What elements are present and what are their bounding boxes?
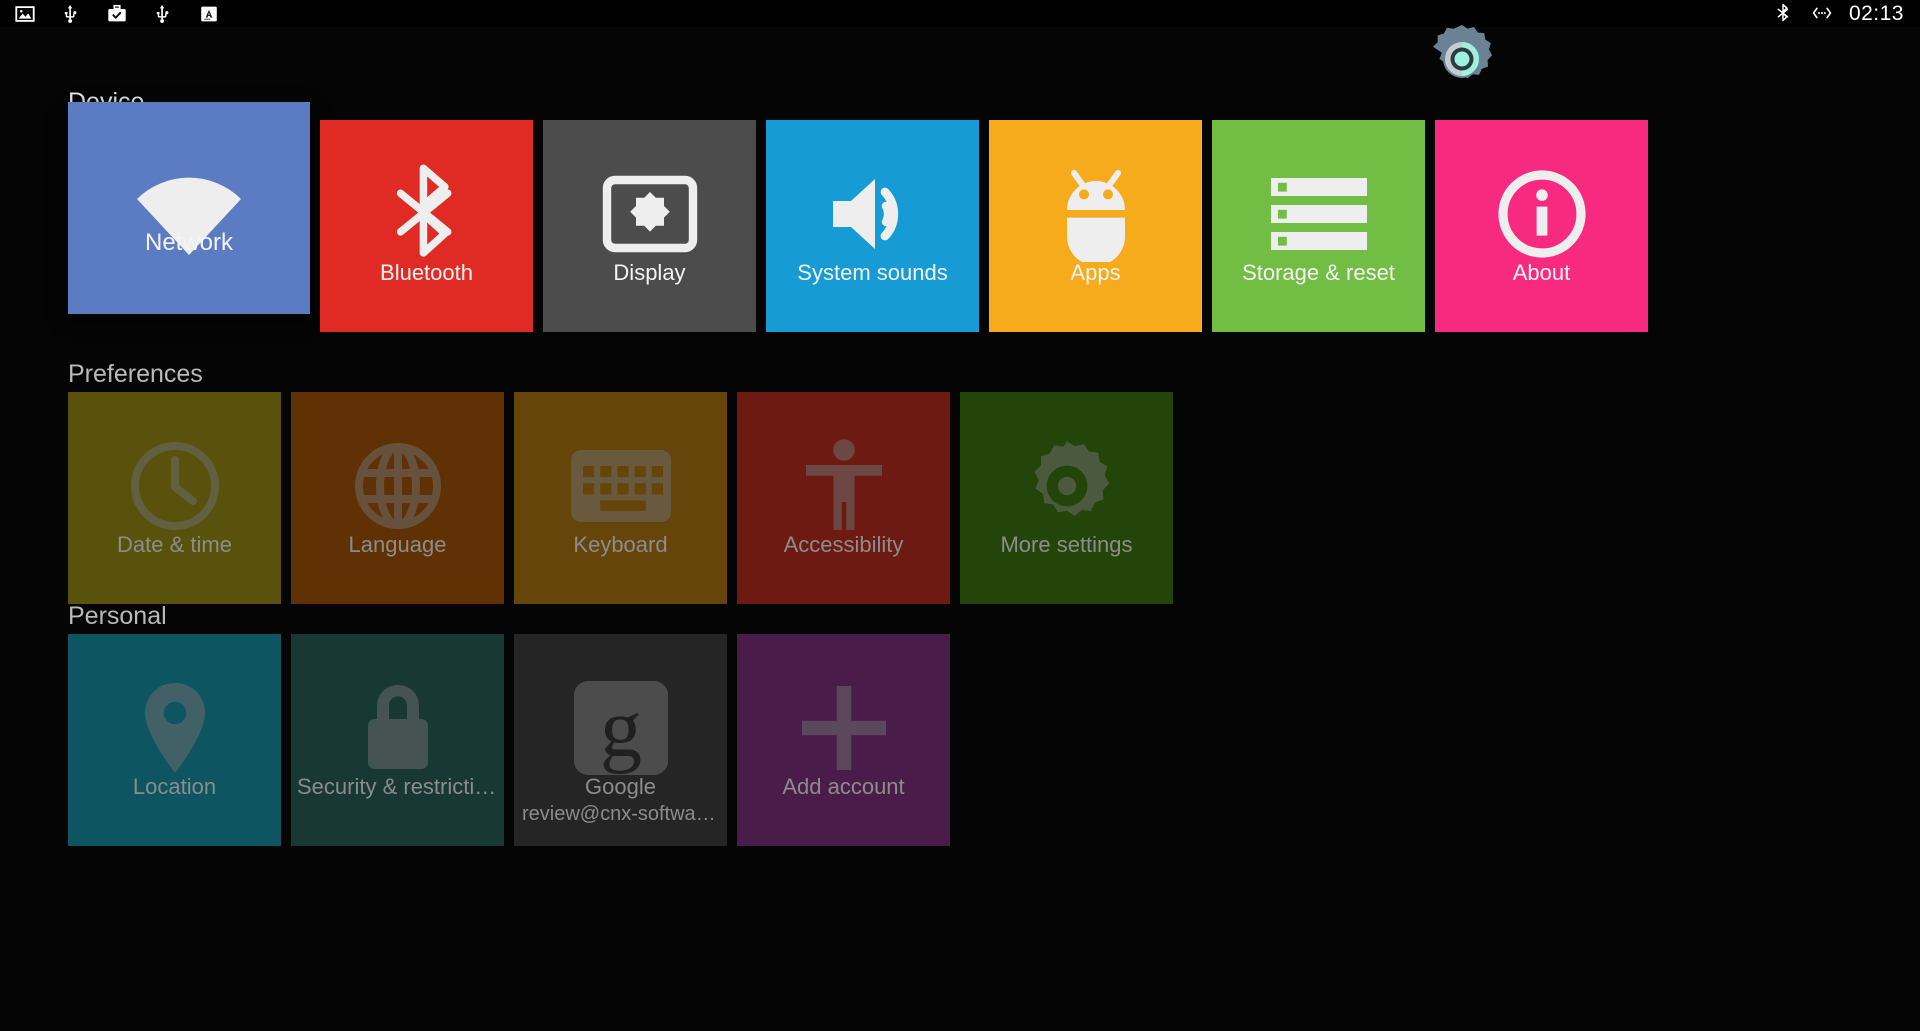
accessibility-icon — [794, 436, 894, 536]
tile-security-restrictions[interactable]: Security & restrictions — [291, 634, 504, 846]
tile-label: Storage & reset — [1242, 260, 1395, 285]
status-bar: 02:13 — [0, 0, 1920, 27]
google-g-icon: g — [571, 678, 671, 778]
globe-icon — [348, 436, 448, 536]
android-icon — [1046, 164, 1146, 264]
tile-bluetooth[interactable]: Bluetooth — [320, 120, 533, 332]
tile-label: System sounds — [797, 260, 948, 285]
tile-keyboard[interactable]: Keyboard — [514, 392, 727, 604]
section-title-personal: Personal — [68, 602, 167, 630]
tile-network[interactable]: Network — [68, 102, 310, 314]
tile-accessibility[interactable]: Accessibility — [737, 392, 950, 604]
tile-label: Apps — [1070, 260, 1121, 285]
section-preferences: Preferences Date & time Language Keyboar… — [0, 360, 1183, 604]
tile-label: Security & restrictions — [297, 774, 504, 799]
plus-icon — [794, 678, 894, 778]
brightness-icon — [600, 164, 700, 264]
tile-storage-reset[interactable]: Storage & reset — [1212, 120, 1425, 332]
settings-gear-logo — [1424, 21, 1500, 97]
tile-label: Keyboard — [573, 532, 668, 557]
tile-label: Date & time — [117, 532, 232, 557]
tile-row-personal: Location Security & restrictions g Googl… — [0, 634, 960, 846]
ethernet-icon — [1811, 3, 1833, 25]
android-tv-settings-screen: 02:13 Device Network — [0, 0, 1920, 1031]
tile-row-preferences: Date & time Language Keyboard Accessibil… — [0, 392, 1183, 604]
tile-row-device: Network Bluetooth Display System sounds — [0, 102, 1658, 332]
bluetooth-icon — [1773, 3, 1795, 25]
status-bar-left-icons — [0, 3, 220, 25]
image-icon — [14, 3, 36, 25]
volume-icon — [823, 164, 923, 264]
tile-sublabel-account-email: review@cnx-software.c… — [522, 803, 727, 825]
location-pin-icon — [125, 678, 225, 778]
tile-google-account[interactable]: g Google review@cnx-software.c… — [514, 634, 727, 846]
section-title-preferences: Preferences — [68, 360, 203, 388]
tile-label: Accessibility — [783, 532, 904, 557]
section-device: Device Network Bluetooth Display — [0, 88, 1658, 332]
tile-date-time[interactable]: Date & time — [68, 392, 281, 604]
wifi-icon — [129, 154, 249, 274]
tile-display[interactable]: Display — [543, 120, 756, 332]
tile-more-settings[interactable]: More settings — [960, 392, 1173, 604]
status-bar-clock: 02:13 — [1848, 2, 1904, 25]
storage-icon — [1269, 164, 1369, 264]
tile-label: Language — [348, 532, 447, 557]
tile-system-sounds[interactable]: System sounds — [766, 120, 979, 332]
tile-label: Network — [144, 230, 234, 256]
input-method-letter-a-icon — [198, 3, 220, 25]
briefcase-check-icon — [106, 3, 128, 25]
bluetooth-icon — [377, 164, 477, 264]
tile-add-account[interactable]: Add account — [737, 634, 950, 846]
tile-label: About — [1512, 260, 1571, 285]
info-icon — [1492, 164, 1592, 264]
tile-apps[interactable]: Apps — [989, 120, 1202, 332]
lock-icon — [348, 678, 448, 778]
tile-label: Display — [613, 260, 686, 285]
tile-label: Add account — [782, 774, 905, 799]
tile-label: Bluetooth — [380, 260, 473, 285]
keyboard-icon — [570, 436, 671, 536]
status-bar-right-icons: 02:13 — [1773, 3, 1920, 25]
tile-location[interactable]: Location — [68, 634, 281, 846]
gear-icon — [1017, 436, 1117, 536]
tile-about[interactable]: About — [1435, 120, 1648, 332]
tile-language[interactable]: Language — [291, 392, 504, 604]
tile-label: Google — [585, 774, 656, 799]
section-personal: Personal Location Security & restriction… — [0, 602, 960, 846]
tile-label: Location — [132, 774, 217, 799]
clock-icon — [125, 436, 225, 536]
usb-icon-2 — [152, 3, 174, 25]
svg-text:g: g — [600, 682, 642, 775]
usb-icon — [60, 3, 82, 25]
tile-label: More settings — [1000, 532, 1133, 557]
